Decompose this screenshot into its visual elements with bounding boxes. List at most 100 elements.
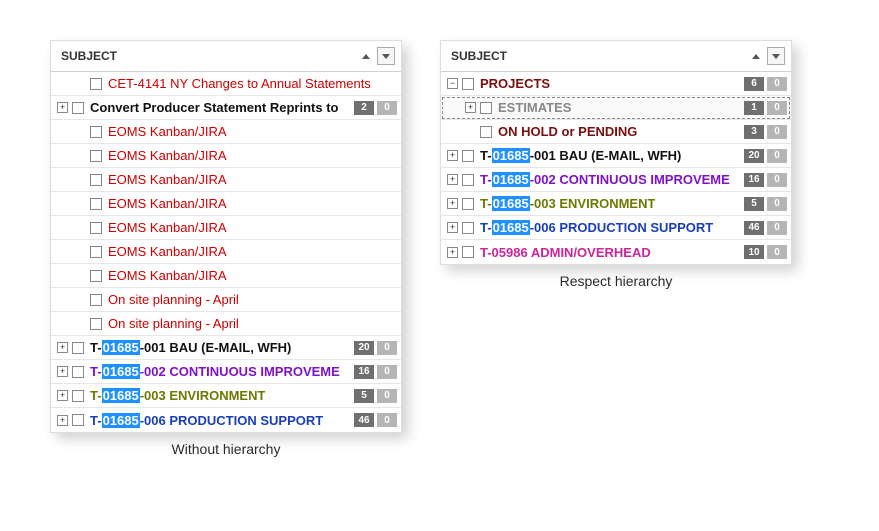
row-subject: T-05986 ADMIN/OVERHEAD [480,245,651,260]
table-row[interactable]: EOMS Kanban/JIRA [51,168,401,192]
column-header[interactable]: SUBJECT [441,41,791,72]
count-badge-secondary: 0 [767,77,787,91]
table-row[interactable]: T-01685-002 CONTINUOUS IMPROVEME160 [51,360,401,384]
row-text: -006 PRODUCTION SUPPORT [140,413,323,428]
row-subject: T-01685-006 PRODUCTION SUPPORT [90,413,323,428]
table-row[interactable]: T-01685-006 PRODUCTION SUPPORT460 [51,408,401,432]
table-row[interactable]: EOMS Kanban/JIRA [51,264,401,288]
expand-icon[interactable] [57,415,68,426]
count-badge-secondary: 0 [767,173,787,187]
count-badge-secondary: 0 [377,389,397,403]
checkbox[interactable] [480,102,492,114]
checkbox[interactable] [90,294,102,306]
count-badges: 10 [744,101,787,115]
expander-placeholder [75,150,86,161]
expand-icon[interactable] [447,198,458,209]
checkbox[interactable] [72,366,84,378]
expand-icon[interactable] [447,222,458,233]
checkbox[interactable] [90,174,102,186]
expander-placeholder [75,222,86,233]
count-badge-primary: 20 [354,341,374,355]
checkbox[interactable] [462,198,474,210]
expander-placeholder [75,246,86,257]
sort-ascending-icon [361,51,371,61]
expand-icon[interactable] [447,174,458,185]
table-row[interactable]: T-01685-001 BAU (E-MAIL, WFH) 200 [441,144,791,168]
table-row[interactable]: T-01685-001 BAU (E-MAIL, WFH)200 [51,336,401,360]
row-text: -001 BAU (E-MAIL, WFH) [530,148,682,163]
row-prefix: T- [90,413,102,428]
table-row[interactable]: EOMS Kanban/JIRA [51,192,401,216]
count-badge-primary: 46 [354,413,374,427]
row-prefix: T- [90,364,102,379]
row-text: -002 CONTINUOUS IMPROVEME [530,172,730,187]
expander-placeholder [75,318,86,329]
table-row[interactable]: On site planning - April [51,288,401,312]
checkbox[interactable] [90,198,102,210]
expand-icon[interactable] [57,390,68,401]
row-subject: EOMS Kanban/JIRA [108,220,227,235]
checkbox[interactable] [90,246,102,258]
checkbox[interactable] [72,342,84,354]
table-row[interactable]: T-01685-002 CONTINUOUS IMPROVEME160 [441,168,791,192]
row-subject: ON HOLD or PENDING [498,124,637,139]
checkbox[interactable] [480,126,492,138]
checkbox[interactable] [72,414,84,426]
search-highlight: 01685 [492,172,530,187]
table-row[interactable]: EOMS Kanban/JIRA [51,120,401,144]
column-header[interactable]: SUBJECT [51,41,401,72]
table-row[interactable]: T-05986 ADMIN/OVERHEAD100 [441,240,791,264]
column-header-label: SUBJECT [61,49,361,63]
row-text: -003 ENVIRONMENT [530,196,656,211]
table-row[interactable]: PROJECTS60 [441,72,791,96]
expand-icon[interactable] [57,102,68,113]
column-dropdown-button[interactable] [767,47,785,65]
row-subject: ESTIMATES [498,100,571,115]
expander-placeholder [75,294,86,305]
checkbox[interactable] [90,222,102,234]
expand-icon[interactable] [447,247,458,258]
checkbox[interactable] [90,270,102,282]
table-row[interactable]: ESTIMATES 10 [441,96,791,120]
checkbox[interactable] [462,150,474,162]
checkbox[interactable] [90,318,102,330]
checkbox[interactable] [90,150,102,162]
checkbox[interactable] [90,126,102,138]
collapse-icon[interactable] [447,78,458,89]
expand-icon[interactable] [465,102,476,113]
count-badge-primary: 20 [744,149,764,163]
expand-icon[interactable] [57,366,68,377]
checkbox[interactable] [462,246,474,258]
row-subject: On site planning - April [108,316,239,331]
table-row[interactable]: T-01685-003 ENVIRONMENT50 [51,384,401,408]
count-badge-primary: 2 [354,101,374,115]
row-subject: T-01685-001 BAU (E-MAIL, WFH) [90,340,291,355]
count-badge-primary: 10 [744,245,764,259]
table-row[interactable]: EOMS Kanban/JIRA [51,216,401,240]
table-row[interactable]: EOMS Kanban/JIRA [51,240,401,264]
row-prefix: T- [90,340,102,355]
expand-icon[interactable] [57,342,68,353]
table-row[interactable]: ON HOLD or PENDING30 [441,120,791,144]
checkbox[interactable] [462,222,474,234]
table-row[interactable]: CET-4141 NY Changes to Annual Statements [51,72,401,96]
table-row[interactable]: T-01685-006 PRODUCTION SUPPORT460 [441,216,791,240]
checkbox[interactable] [90,78,102,90]
table-row[interactable]: Convert Producer Statement Reprints to20 [51,96,401,120]
expand-icon[interactable] [447,150,458,161]
count-badges: 50 [744,197,787,211]
count-badge-primary: 3 [744,125,764,139]
checkbox[interactable] [72,390,84,402]
checkbox[interactable] [72,102,84,114]
checkbox[interactable] [462,174,474,186]
row-subject: EOMS Kanban/JIRA [108,172,227,187]
count-badges: 200 [744,149,787,163]
column-dropdown-button[interactable] [377,47,395,65]
table-row[interactable]: On site planning - April [51,312,401,336]
checkbox[interactable] [462,78,474,90]
row-subject: T-01685-001 BAU (E-MAIL, WFH) [480,148,681,163]
search-highlight: 01685 [492,220,530,235]
row-subject: EOMS Kanban/JIRA [108,124,227,139]
table-row[interactable]: EOMS Kanban/JIRA [51,144,401,168]
table-row[interactable]: T-01685-003 ENVIRONMENT50 [441,192,791,216]
